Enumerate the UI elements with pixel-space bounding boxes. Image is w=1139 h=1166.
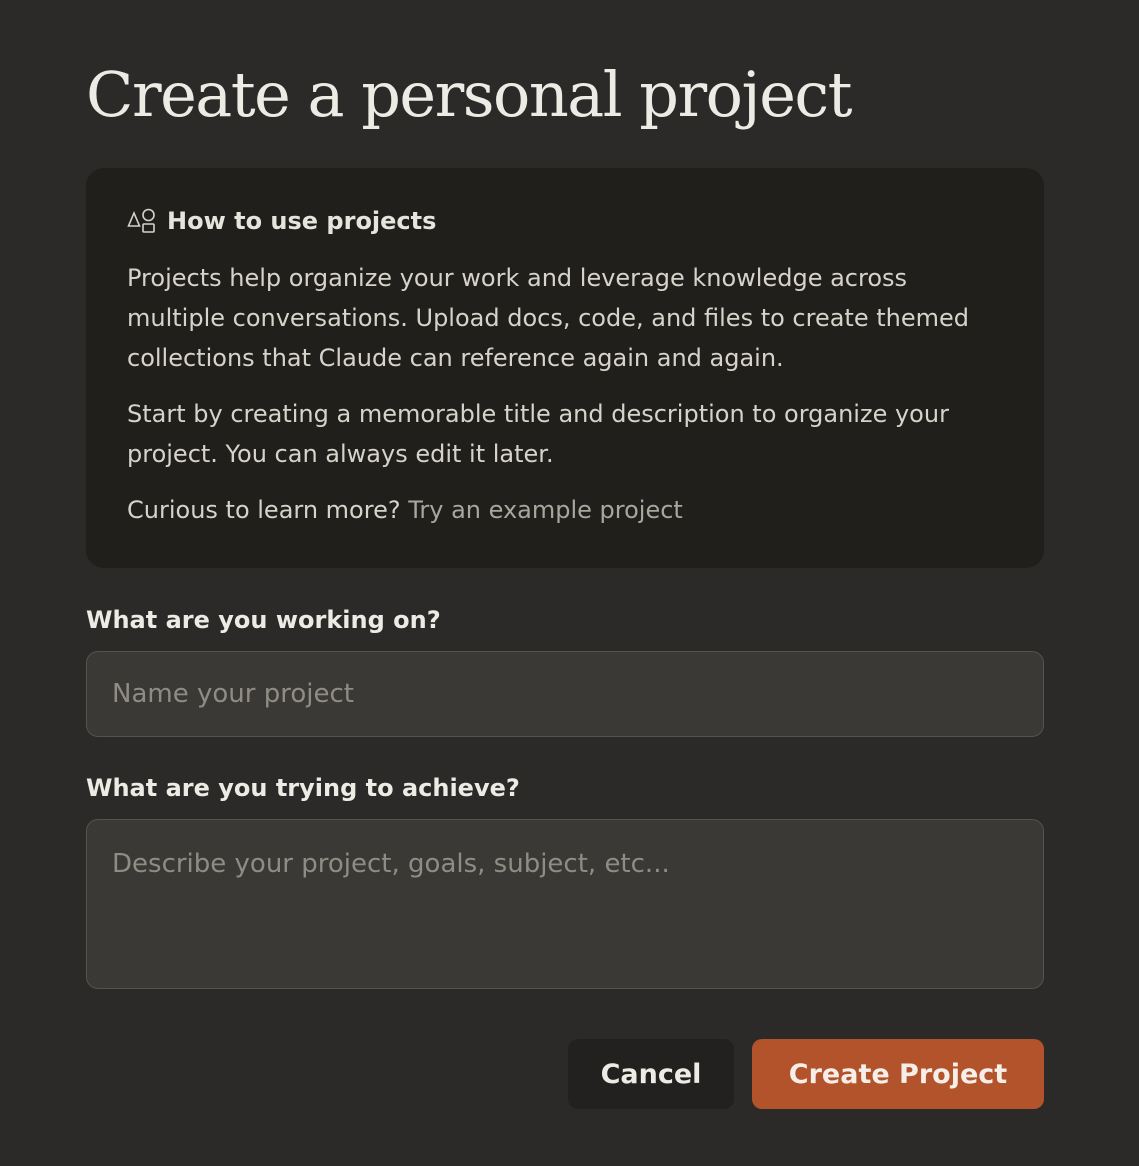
- example-project-link[interactable]: Try an example project: [408, 496, 683, 524]
- project-description-textarea[interactable]: [86, 819, 1044, 989]
- info-heading: How to use projects: [167, 207, 437, 235]
- cancel-button[interactable]: Cancel: [568, 1039, 734, 1109]
- name-label: What are you working on?: [86, 606, 441, 634]
- description-label: What are you trying to achieve?: [86, 774, 520, 802]
- curious-text: Curious to learn more?: [127, 496, 401, 524]
- project-name-input[interactable]: [86, 651, 1044, 737]
- create-project-button[interactable]: Create Project: [752, 1039, 1044, 1109]
- info-header: How to use projects: [127, 206, 1003, 236]
- info-paragraph-2: Start by creating a memorable title and …: [127, 400, 949, 468]
- info-paragraph-1: Projects help organize your work and lev…: [127, 264, 970, 372]
- page-title: Create a personal project: [86, 58, 853, 131]
- info-card: How to use projects Projects help organi…: [86, 168, 1044, 568]
- shapes-icon: [127, 207, 157, 235]
- info-paragraph-3: Curious to learn more? Try an example pr…: [127, 490, 1003, 530]
